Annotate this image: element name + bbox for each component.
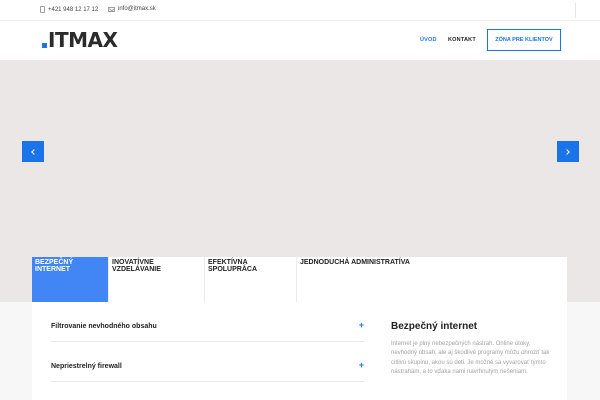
tab-content-area: Filtrovanie nevhodného obsahu + Nepriest… [0,302,600,400]
nav-uvod[interactable]: ÚVOD [420,37,437,43]
section-title: Bezpečný internet [391,321,478,332]
tab-efektivna-spolupraca[interactable]: EFEKTÍVNA SPOLUPRÁCA [205,257,297,302]
chevron-right-icon [564,148,570,155]
accordion-item[interactable]: Nepriestrelný firewall + [51,342,364,382]
plus-icon: + [358,320,364,330]
section-description: Internet je plný nebezpečných nástrah. O… [391,341,550,376]
logo-text: ITMAX [48,28,118,52]
envelope-icon [108,6,115,12]
phone-number: +421 948 12 17 12 [48,6,99,13]
nav-kontakt[interactable]: KONTAKT [448,37,476,43]
phone-icon [40,6,45,13]
topbar-divider [575,3,576,18]
slider-next-button[interactable] [557,141,579,162]
chevron-left-icon [31,148,37,155]
accordion-item[interactable]: Filtrovanie nevhodného obsahu + [51,302,364,342]
feature-tabs: BEZPEČNÝ INTERNET INOVATÍVNE VZDELÁVANIE… [32,257,567,302]
itmax-logo[interactable]: ITMAX [42,28,118,52]
phone-contact[interactable]: +421 948 12 17 12 [40,6,98,13]
logo-dot [42,43,47,48]
tab-inovativne-vzdelavanie[interactable]: INOVATÍVNE VZDELÁVANIE [109,257,205,302]
email-contact[interactable]: info@itmax.sk [108,6,156,12]
top-contact-bar: +421 948 12 17 12 info@itmax.sk [0,0,600,20]
plus-icon: + [358,360,364,370]
client-zone-button[interactable]: ZÓNA PRE KLIENTOV [487,29,561,51]
accordion-title: Filtrovanie nevhodného obsahu [51,323,157,330]
email-address: info@itmax.sk [118,6,156,12]
site-header: ITMAX ÚVOD KONTAKT ZÓNA PRE KLIENTOV [0,20,600,60]
tab-bezpecny-internet[interactable]: BEZPEČNÝ INTERNET [32,257,109,302]
slider-prev-button[interactable] [22,141,44,162]
tab-panel: Filtrovanie nevhodného obsahu + Nepriest… [32,302,567,400]
tab-jednoducha-administrativa[interactable]: JEDNODUCHÁ ADMINISTRATÍVA [297,257,567,302]
accordion-title: Nepriestrelný firewall [51,363,122,370]
